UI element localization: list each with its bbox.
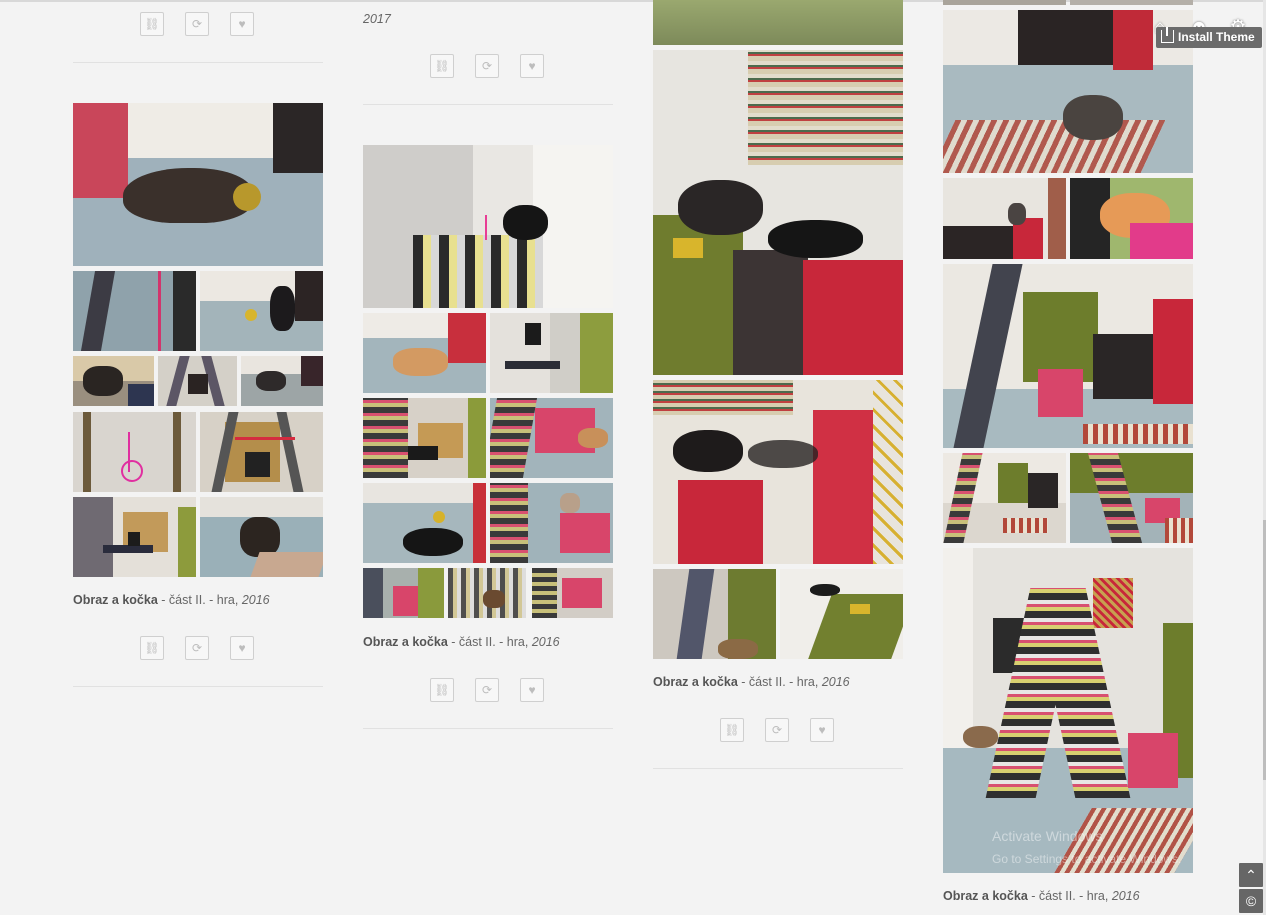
post-year: 2016: [1111, 889, 1140, 903]
post-detail: část II. - hra: [458, 635, 525, 649]
photo[interactable]: [943, 264, 1193, 448]
photo[interactable]: [200, 271, 323, 351]
photo[interactable]: [363, 483, 486, 563]
copyright-button[interactable]: ©: [1239, 889, 1263, 913]
photo[interactable]: [363, 313, 486, 393]
chevron-up-icon: ⌃: [1245, 867, 1257, 883]
photo[interactable]: [448, 568, 526, 618]
photo[interactable]: [73, 356, 154, 406]
post-detail: část II. - hra: [748, 675, 815, 689]
permalink-button[interactable]: ⛓: [140, 12, 164, 36]
photo[interactable]: [1070, 178, 1193, 259]
like-button[interactable]: ♥: [520, 678, 544, 702]
post-detail: část II. - hra: [1038, 889, 1105, 903]
photo[interactable]: [73, 271, 196, 351]
post-separator: [73, 686, 323, 687]
reblog-button[interactable]: ⟳: [765, 718, 789, 742]
activation-watermark-subtitle: Go to Settings to activate Windows.: [992, 852, 1182, 866]
post-year: 2016: [241, 593, 270, 607]
link-icon: ⛓: [434, 683, 450, 697]
download-icon: [1161, 27, 1174, 43]
install-theme-button[interactable]: Install Theme: [1156, 27, 1262, 48]
post-title-link[interactable]: Obraz a kočka: [943, 889, 1028, 903]
heart-icon: ♥: [238, 641, 246, 655]
post-separator: [73, 62, 323, 63]
photo[interactable]: [943, 178, 1066, 259]
install-theme-label: Install Theme: [1178, 30, 1255, 44]
heart-icon: ♥: [238, 17, 246, 31]
post-separator: [363, 728, 613, 729]
post-year: 2016: [821, 675, 850, 689]
reblog-icon: ⟳: [481, 59, 493, 73]
link-icon: ⛓: [434, 59, 450, 73]
like-button[interactable]: ♥: [230, 636, 254, 660]
photo[interactable]: [363, 398, 486, 478]
like-button[interactable]: ♥: [230, 12, 254, 36]
permalink-button[interactable]: ⛓: [430, 54, 454, 78]
copyright-icon: ©: [1245, 893, 1257, 909]
photo[interactable]: [653, 0, 903, 45]
reblog-icon: ⟳: [191, 641, 203, 655]
post-actions: ⛓ ⟳ ♥: [73, 636, 323, 660]
post-actions: ⛓ ⟳ ♥: [363, 678, 613, 702]
scroll-to-top-button[interactable]: ⌃: [1239, 863, 1263, 887]
photo[interactable]: [73, 103, 323, 266]
heart-icon: ♥: [818, 723, 826, 737]
photo[interactable]: [532, 568, 613, 618]
reblog-icon: ⟳: [191, 17, 203, 31]
photo[interactable]: [490, 483, 613, 563]
photo[interactable]: [490, 313, 613, 393]
photo[interactable]: [200, 497, 323, 577]
post-caption: Obraz a kočka - část II. - hra, 2016: [653, 675, 850, 689]
photo[interactable]: [200, 412, 323, 492]
activation-watermark-title: Activate Windows: [992, 828, 1103, 844]
post-actions: ⛓ ⟳ ♥: [653, 718, 903, 742]
photo[interactable]: [73, 497, 196, 577]
post-detail: část II. - hra: [168, 593, 235, 607]
reblog-button[interactable]: ⟳: [475, 54, 499, 78]
reblog-icon: ⟳: [771, 723, 783, 737]
permalink-button[interactable]: ⛓: [430, 678, 454, 702]
reblog-icon: ⟳: [481, 683, 493, 697]
photo[interactable]: [363, 568, 444, 618]
post-actions: ⛓ ⟳ ♥: [363, 54, 613, 78]
link-icon: ⛓: [144, 17, 160, 31]
post-caption: Obraz a kočka - část II. - hra, 2016: [363, 635, 560, 649]
photo[interactable]: [158, 356, 237, 406]
post-actions: ⛓ ⟳ ♥: [73, 12, 323, 36]
photo[interactable]: [943, 548, 1193, 873]
post-title-link[interactable]: Obraz a kočka: [653, 675, 738, 689]
post-separator: [363, 104, 613, 105]
photo[interactable]: [73, 412, 196, 492]
photo[interactable]: [653, 380, 903, 564]
link-icon: ⛓: [724, 723, 740, 737]
permalink-button[interactable]: ⛓: [720, 718, 744, 742]
heart-icon: ♥: [528, 59, 536, 73]
reblog-button[interactable]: ⟳: [185, 12, 209, 36]
reblog-button[interactable]: ⟳: [185, 636, 209, 660]
link-icon: ⛓: [144, 641, 160, 655]
heart-icon: ♥: [528, 683, 536, 697]
photo[interactable]: [1070, 453, 1193, 543]
photo[interactable]: [1070, 0, 1193, 5]
photo[interactable]: [363, 145, 613, 308]
permalink-button[interactable]: ⛓: [140, 636, 164, 660]
post-caption: Obraz a kočka - část II. - hra, 2016: [73, 593, 270, 607]
post-year: 2016: [531, 635, 560, 649]
photo[interactable]: [780, 569, 903, 659]
photo[interactable]: [943, 453, 1066, 543]
photo[interactable]: [943, 0, 1066, 5]
photo[interactable]: [241, 356, 323, 406]
post-year: 2017: [363, 12, 391, 26]
post-title-link[interactable]: Obraz a kočka: [73, 593, 158, 607]
like-button[interactable]: ♥: [810, 718, 834, 742]
reblog-button[interactable]: ⟳: [475, 678, 499, 702]
post-caption: Obraz a kočka - část II. - hra, 2016: [943, 889, 1140, 903]
photo[interactable]: [490, 398, 613, 478]
post-separator: [653, 768, 903, 769]
photo[interactable]: [653, 50, 903, 375]
post-title-link[interactable]: Obraz a kočka: [363, 635, 448, 649]
photo[interactable]: [653, 569, 776, 659]
like-button[interactable]: ♥: [520, 54, 544, 78]
